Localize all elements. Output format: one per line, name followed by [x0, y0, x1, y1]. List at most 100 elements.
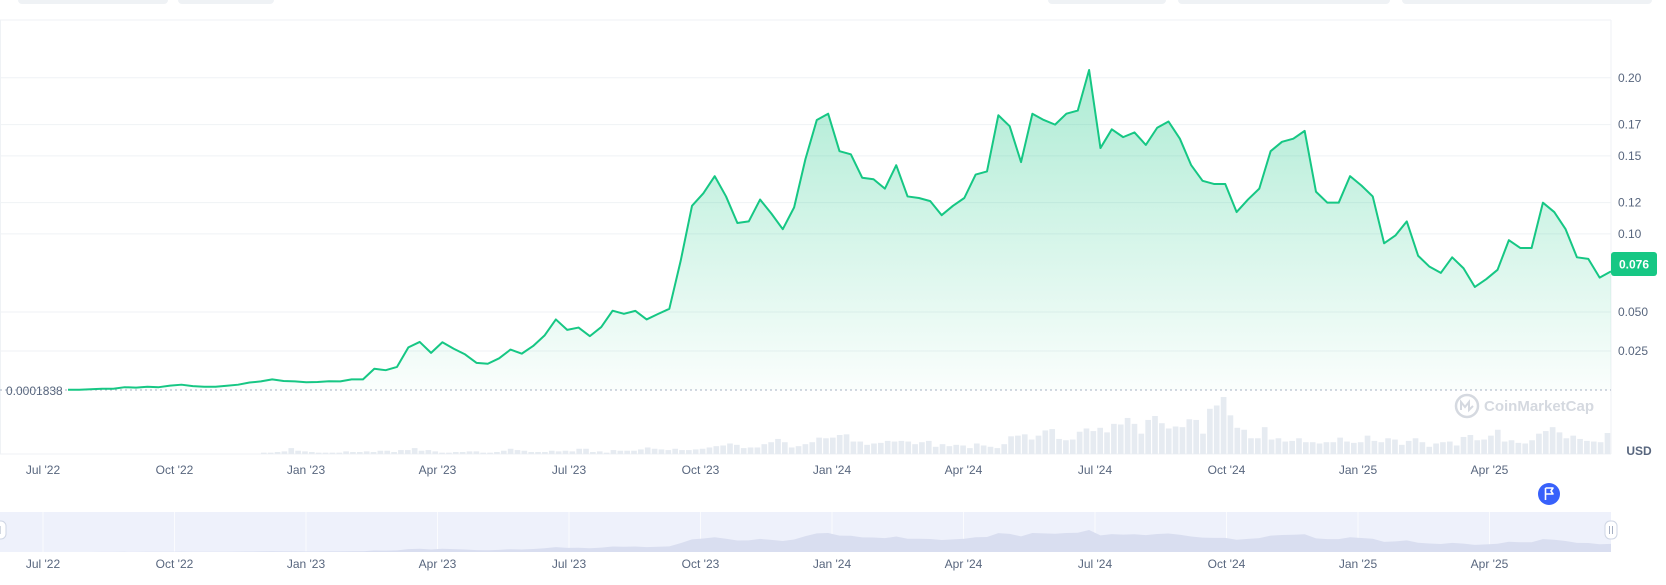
volume-bar	[370, 452, 377, 454]
volume-bar	[1433, 443, 1439, 454]
volume-bar	[857, 441, 864, 454]
volume-bar	[884, 440, 891, 454]
volume-bar	[1522, 443, 1529, 454]
price-area	[68, 70, 1611, 390]
navigator-x-tick-label: Jan '24	[813, 557, 852, 571]
volume-bar	[624, 450, 630, 454]
volume-bar	[1124, 417, 1131, 454]
volume-bar	[261, 452, 267, 454]
volume-bar	[267, 452, 274, 454]
volume-bar	[555, 451, 562, 454]
volume-bar	[1275, 438, 1282, 454]
volume-bar	[1488, 435, 1494, 454]
navigator-x-tick-label: Jan '23	[287, 557, 326, 571]
volume-bar	[953, 444, 960, 454]
volume-bar	[658, 449, 665, 454]
volume-bar	[1419, 442, 1426, 454]
volume-bar	[912, 444, 918, 454]
y-axis: 0.025 0.050 0.10 0.12 0.15 0.17 0.20	[1618, 71, 1648, 358]
volume-bar	[535, 452, 541, 454]
volume-bar	[315, 452, 322, 454]
volume-bar	[1207, 408, 1213, 454]
volume-bar	[288, 448, 295, 454]
volume-bar	[583, 448, 589, 454]
volume-bar	[603, 452, 610, 454]
volume-bar	[692, 449, 699, 454]
volume-bar	[1405, 440, 1412, 454]
volume-bar	[782, 442, 788, 454]
volume-bar	[925, 440, 932, 454]
volume-bar	[1556, 432, 1563, 454]
navigator-left-handle[interactable]	[0, 520, 7, 540]
volume-bar	[528, 452, 535, 454]
volume-bar	[1460, 436, 1467, 454]
volume-bar	[1453, 445, 1460, 454]
volume-bar	[932, 446, 939, 454]
navigator-right-handle[interactable]	[1604, 520, 1618, 540]
time-navigator[interactable]	[0, 512, 1618, 552]
volume-bar	[439, 452, 445, 454]
volume-bar	[1165, 428, 1172, 454]
x-tick-label: Jul '23	[552, 463, 587, 477]
volume-bar	[590, 452, 596, 454]
volume-bar	[336, 452, 343, 454]
volume-bar	[281, 451, 288, 454]
volume-bar	[809, 442, 816, 454]
volume-bar	[816, 437, 822, 454]
volume-bar	[1584, 440, 1590, 454]
volume-bar	[1529, 440, 1535, 454]
volume-bar	[1351, 442, 1357, 454]
event-flag-icon[interactable]	[1538, 483, 1560, 505]
volume-bar	[1069, 439, 1076, 454]
volume-bar	[356, 452, 363, 454]
x-tick-label: Jan '24	[813, 463, 852, 477]
volume-bar	[494, 452, 500, 454]
volume-bar	[1323, 442, 1330, 454]
volume-bar	[1111, 423, 1117, 454]
volume-bar	[1604, 433, 1611, 454]
volume-bar	[480, 452, 487, 454]
price-chart[interactable]: CoinMarketCap 0.025 0.050 0.10 0.12 0.15 0.17…	[0, 0, 1666, 585]
volume-bar	[322, 452, 329, 454]
volume-bar	[1494, 429, 1501, 454]
volume-bar	[1056, 438, 1062, 454]
volume-bar	[576, 448, 583, 454]
volume-bar	[1316, 443, 1323, 454]
volume-bar	[404, 450, 411, 454]
volume-bar	[898, 440, 905, 454]
volume-bar	[1570, 435, 1577, 454]
volume-bar	[1234, 427, 1241, 454]
volume-bar	[1357, 442, 1364, 454]
volume-bar	[754, 447, 761, 454]
volume-bar	[1179, 427, 1186, 454]
volume-bar	[631, 450, 637, 454]
volume-bar	[459, 452, 466, 454]
volume-bar	[562, 450, 569, 454]
volume-bar	[308, 452, 315, 454]
x-tick-label: Jan '25	[1339, 463, 1378, 477]
volume-bar	[1549, 427, 1556, 454]
current-price-label: 0.076	[1619, 258, 1649, 272]
volume-bar	[329, 452, 336, 454]
volume-bar	[1049, 429, 1056, 454]
volume-bar	[466, 451, 473, 454]
x-tick-label: Jul '22	[26, 463, 61, 477]
volume-bar	[1344, 441, 1350, 454]
volume-bar	[1268, 439, 1275, 454]
volume-bar	[1186, 419, 1193, 454]
volume-bar	[939, 444, 946, 454]
volume-bar	[1083, 428, 1090, 454]
x-tick-label: Jan '23	[287, 463, 326, 477]
volume-bar	[384, 450, 391, 454]
volume-bar	[1241, 429, 1247, 454]
volume-bar	[425, 450, 432, 454]
x-tick-label: Oct '24	[1208, 463, 1246, 477]
navigator-x-tick-label: Apr '25	[1471, 557, 1509, 571]
volume-bar	[720, 445, 726, 454]
volume-bar	[1330, 442, 1337, 454]
volume-bar	[1227, 415, 1234, 454]
volume-bar	[1282, 441, 1289, 454]
volume-bar	[1172, 426, 1179, 454]
volume-bar	[980, 445, 987, 454]
volume-bar	[274, 452, 281, 454]
